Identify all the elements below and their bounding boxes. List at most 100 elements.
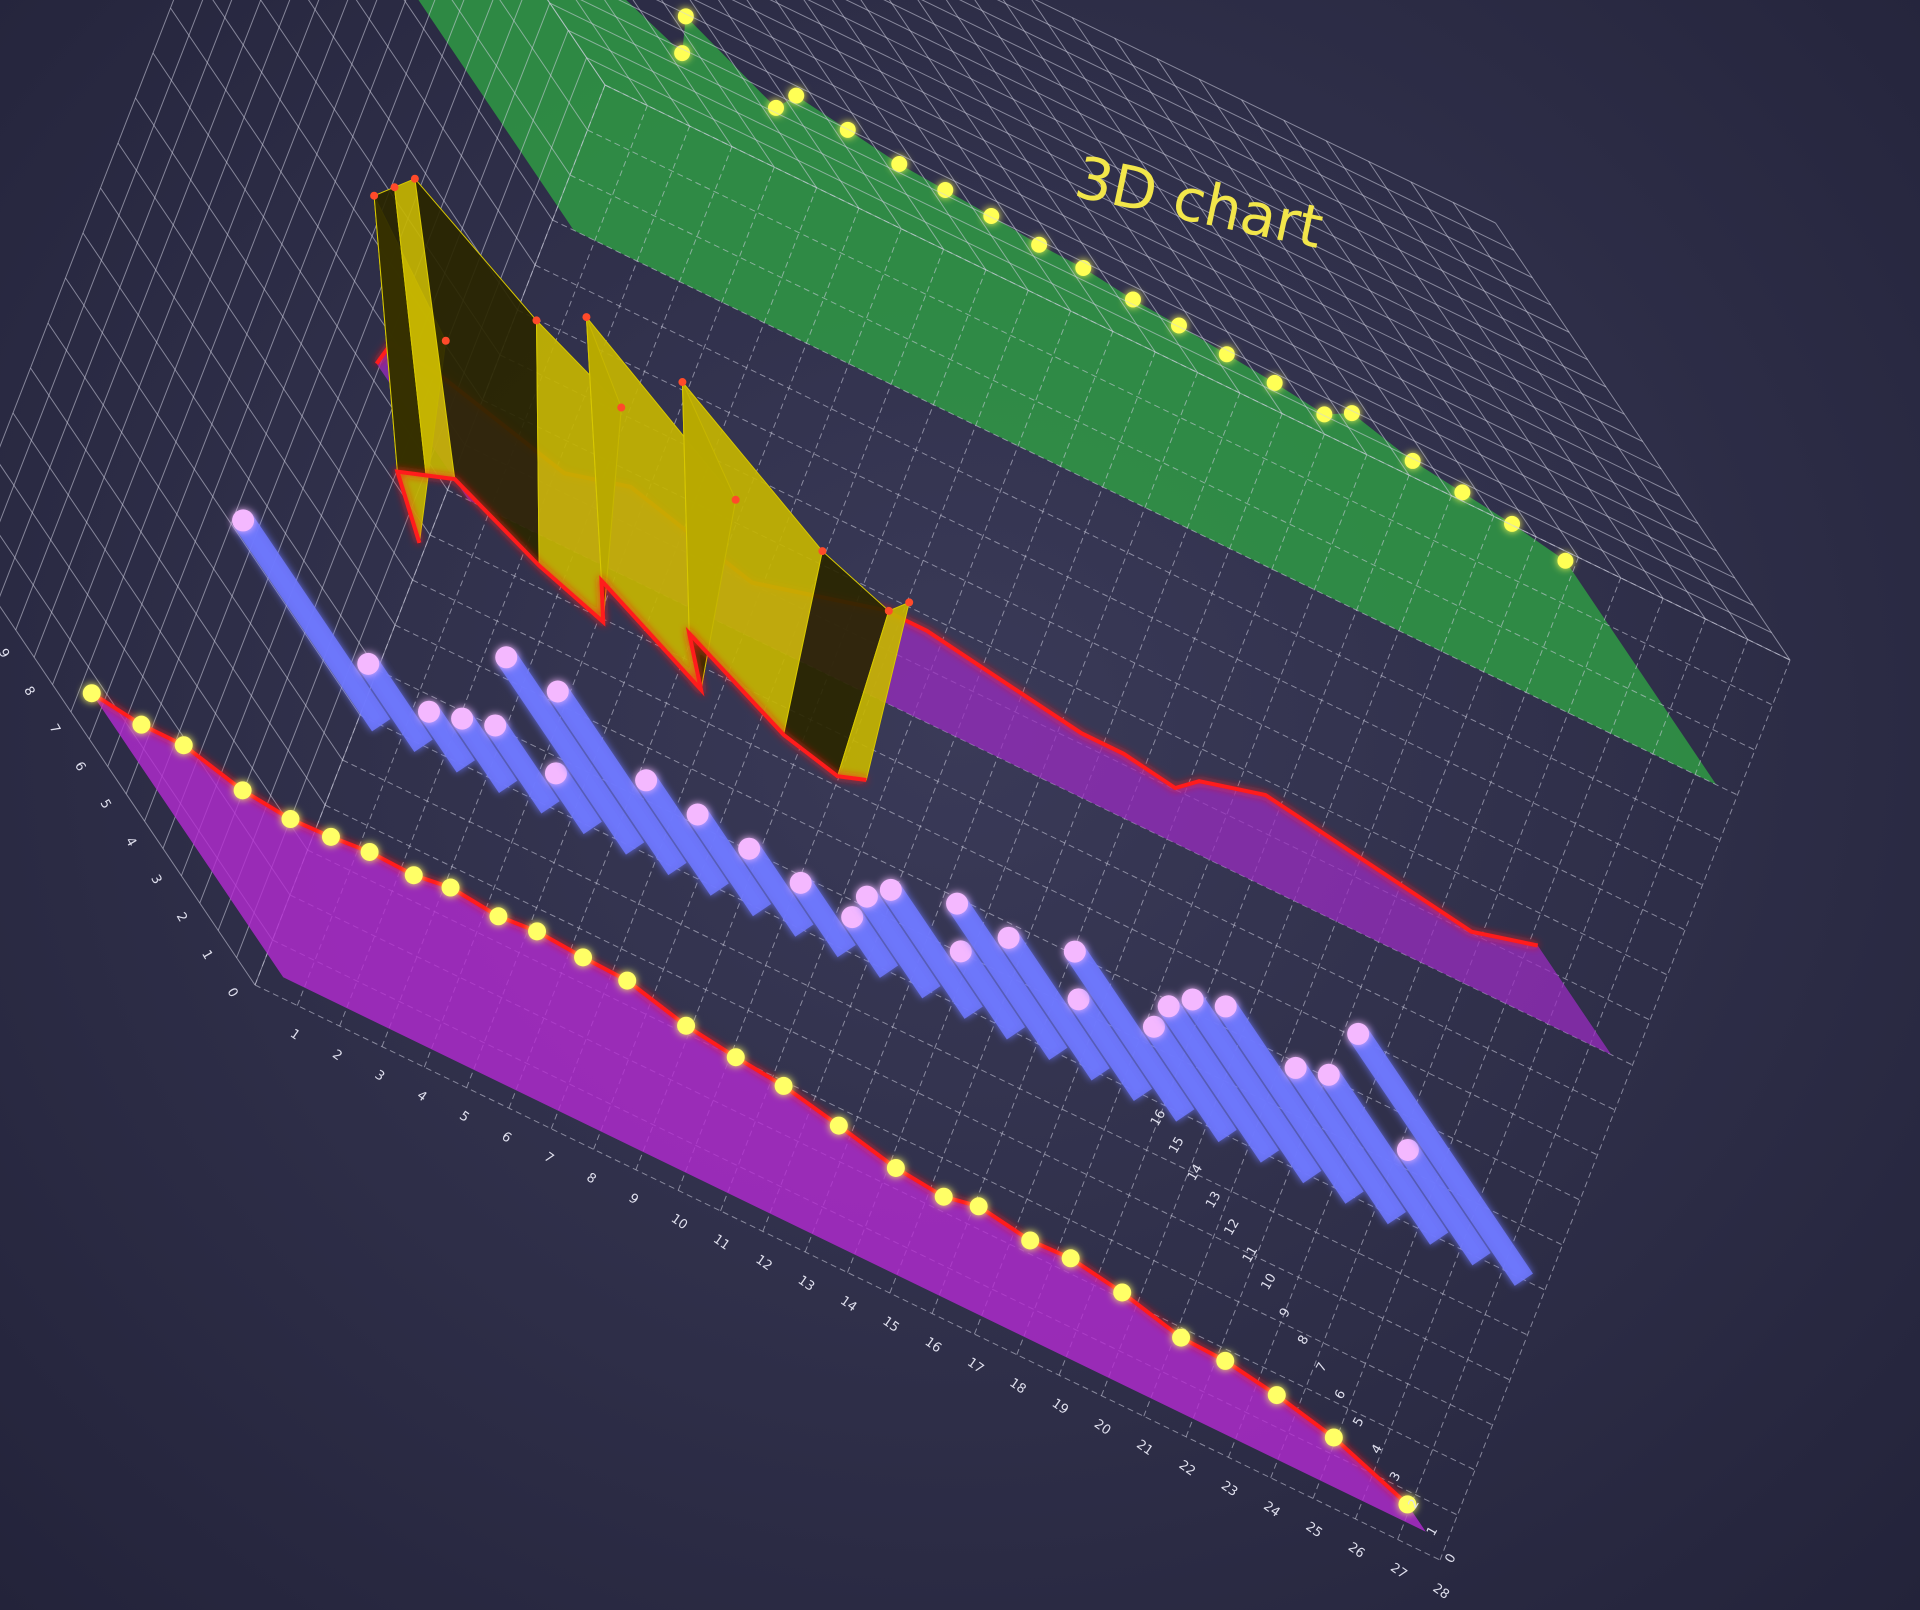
bar-top	[357, 652, 380, 675]
y-left-tick-label: 7	[46, 722, 63, 737]
bar-top	[495, 646, 518, 669]
surface-point	[818, 547, 827, 556]
surface-point	[441, 336, 450, 345]
x-tick-label: 5	[456, 1109, 471, 1126]
y-right-tick-label: 9	[1277, 1306, 1294, 1321]
surface-point	[532, 316, 541, 325]
bar-top	[1067, 988, 1090, 1011]
x-tick-label: 1	[287, 1027, 302, 1044]
bar	[1183, 993, 1322, 1184]
bar-top	[1142, 1015, 1165, 1038]
bar-top	[738, 837, 761, 860]
x-tick-label: 28	[1430, 1581, 1452, 1603]
x-tick-label: 27	[1387, 1560, 1409, 1582]
y-left-tick-label: 4	[122, 835, 139, 850]
area-back-point	[983, 208, 1000, 225]
area-front-point	[829, 1116, 848, 1135]
area-front-point	[1061, 1249, 1080, 1268]
grid-line	[0, 0, 233, 598]
y-right-tick-label: 0	[1442, 1551, 1459, 1566]
bar-top	[1347, 1022, 1370, 1045]
area-front-point	[233, 781, 252, 800]
area-front-point	[677, 1016, 696, 1035]
chart-title: 3D chart	[1069, 143, 1328, 262]
bar-top	[841, 906, 864, 929]
area-front-point	[774, 1076, 793, 1095]
bar-top	[949, 940, 972, 963]
area-front-point	[489, 907, 508, 926]
surface-point	[905, 598, 914, 607]
bar-top	[546, 680, 569, 703]
x-tick-label: 16	[922, 1335, 944, 1357]
bar-top	[686, 803, 709, 826]
bar	[233, 514, 391, 732]
area-front-point	[404, 866, 423, 885]
x-tick-label: 10	[668, 1211, 690, 1233]
bar-top	[417, 700, 440, 723]
area-front-point	[574, 948, 593, 967]
area-back-point	[1218, 346, 1235, 363]
bar-top	[544, 762, 567, 785]
x-tick-label: 21	[1133, 1437, 1155, 1459]
y-right-tick-label: 10	[1258, 1271, 1279, 1293]
x-tick-label: 11	[710, 1232, 732, 1254]
bar-top	[879, 878, 902, 901]
area-back-point	[937, 182, 954, 199]
y-right-tick-label: 11	[1240, 1244, 1261, 1266]
area-front-point	[726, 1048, 745, 1067]
bar-top	[1063, 940, 1086, 963]
grid-line	[33, 0, 291, 658]
x-tick-label: 14	[837, 1293, 859, 1315]
y-left-tick-label: 9	[0, 646, 12, 661]
area-back-point	[1124, 291, 1141, 308]
bar-top	[451, 707, 474, 730]
area-back-point	[1031, 236, 1048, 253]
y-right-tick-label: 6	[1332, 1387, 1349, 1402]
x-tick-label: 6	[499, 1129, 514, 1146]
chart-3d: 1234567891011121314151617181920212223242…	[0, 0, 1791, 1603]
y-left-tick-label: 0	[224, 986, 241, 1001]
bar-top	[635, 769, 658, 792]
area-back-point	[1170, 317, 1187, 334]
x-tick-label: 18	[1006, 1376, 1028, 1398]
area-back-point	[768, 99, 784, 116]
bar-top	[855, 885, 878, 908]
surface-point	[370, 191, 379, 200]
surface-point	[678, 378, 687, 387]
x-tick-label: 20	[1091, 1417, 1113, 1439]
area-front-point	[1113, 1283, 1132, 1302]
y-left-tick-label: 5	[97, 797, 114, 812]
bar-top	[789, 871, 812, 894]
surface-point	[731, 495, 740, 504]
grid-line	[0, 605, 256, 986]
grid-line	[0, 0, 175, 448]
area-back-point	[1504, 515, 1521, 532]
y-right-tick-label: 12	[1222, 1216, 1243, 1238]
area-front-point	[132, 715, 151, 734]
area-back-point	[1316, 406, 1333, 423]
x-tick-label: 25	[1303, 1519, 1325, 1541]
x-tick-label: 24	[1260, 1499, 1282, 1521]
grid-line	[52, 0, 320, 685]
area-front-point	[441, 878, 460, 897]
grid-line	[70, 0, 349, 713]
y-left-tick-label: 3	[147, 872, 164, 887]
y-right-tick-label: 7	[1314, 1360, 1331, 1375]
y-left-tick-label: 2	[173, 910, 190, 925]
area-front-point	[618, 971, 637, 990]
area-front-point	[281, 810, 300, 829]
surface-point	[617, 403, 626, 412]
y-left-tick-label: 8	[20, 684, 37, 699]
area-back-point	[674, 45, 691, 62]
area-back-point	[1557, 552, 1574, 569]
bar-top	[1157, 995, 1180, 1018]
bar-top	[1284, 1056, 1307, 1079]
area-front-point	[1172, 1328, 1191, 1347]
x-tick-label: 9	[626, 1191, 641, 1208]
area-front-point	[360, 842, 379, 861]
area-front-point	[82, 684, 101, 703]
x-tick-label: 23	[1218, 1478, 1240, 1500]
y-right-tick-label: 4	[1369, 1442, 1386, 1457]
x-tick-label: 2	[329, 1047, 344, 1064]
y-right-tick-label: 1	[1424, 1524, 1441, 1539]
